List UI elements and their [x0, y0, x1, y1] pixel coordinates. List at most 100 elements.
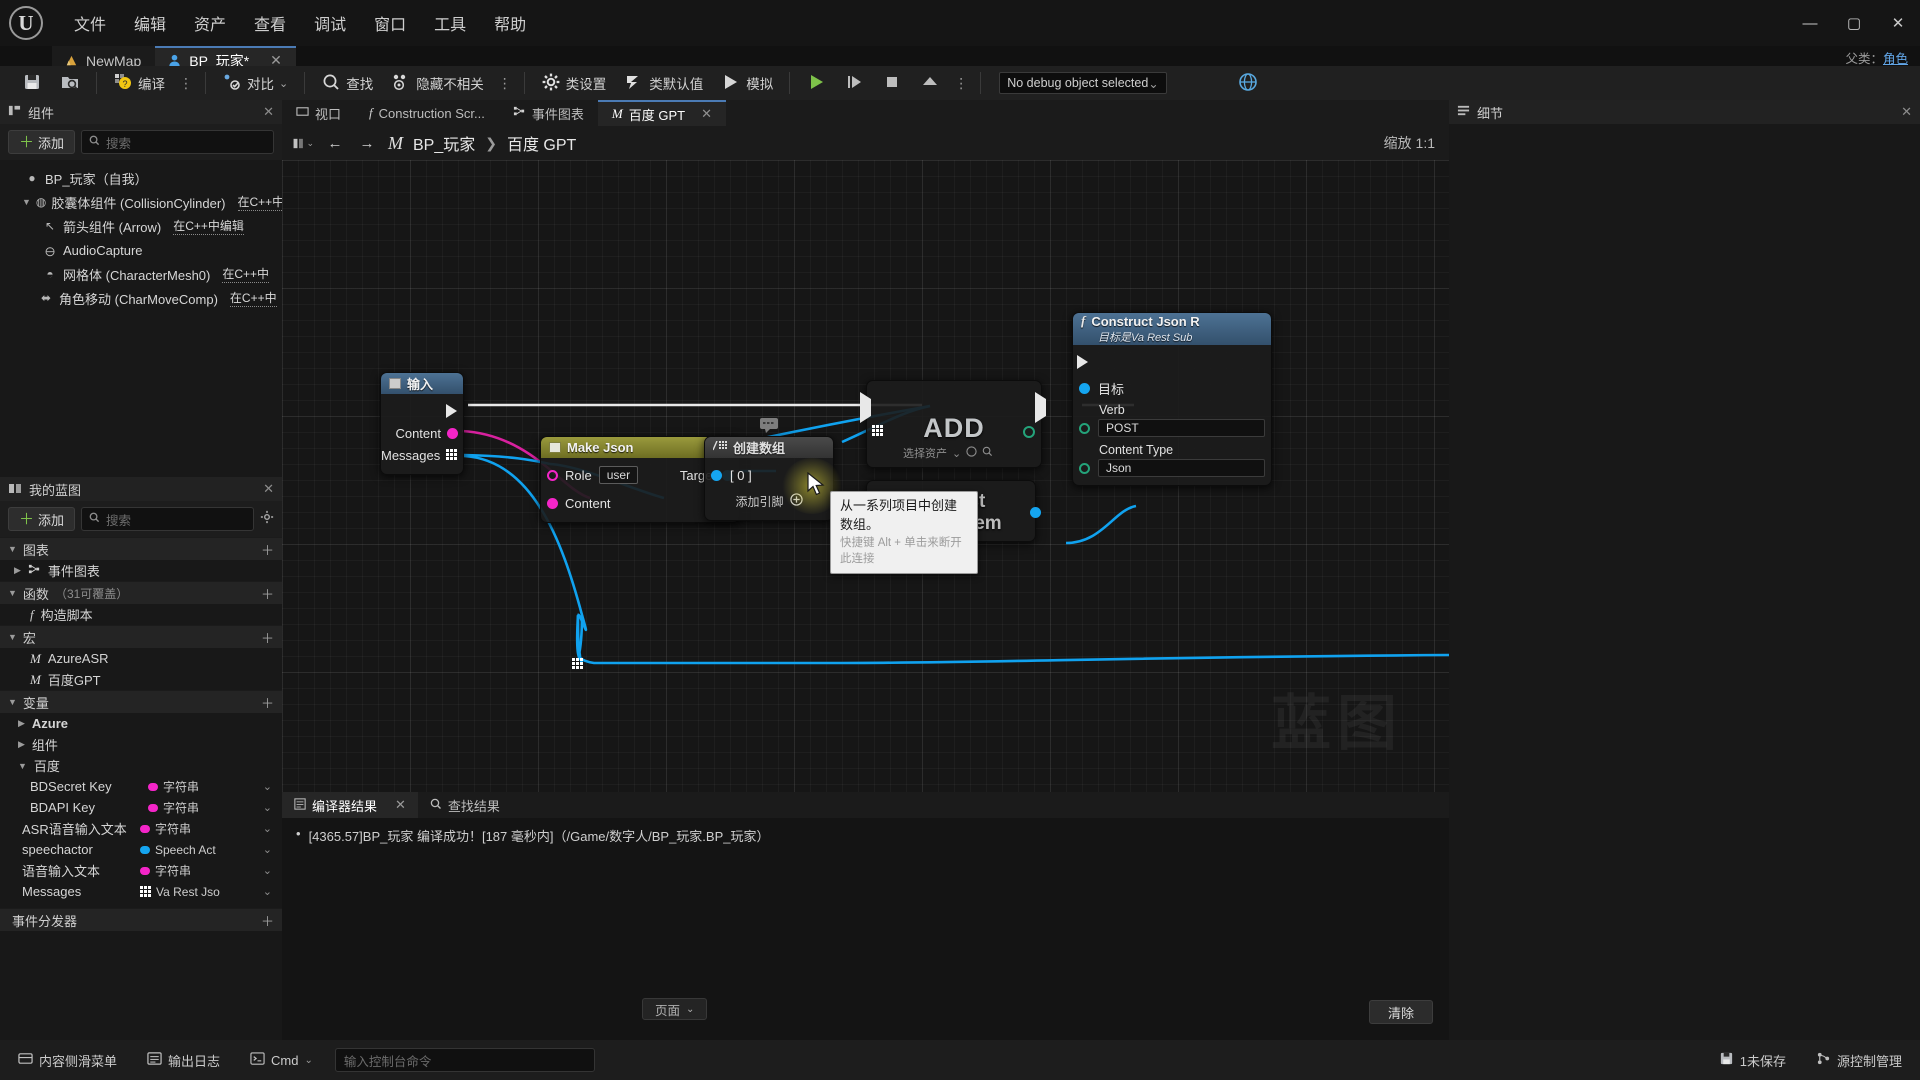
- tab-baidu-gpt[interactable]: M 百度 GPT ✕: [597, 100, 726, 126]
- item-macro-baidu-gpt[interactable]: M 百度GPT: [0, 669, 282, 690]
- component-row-audiocapture[interactable]: 🜔 AudioCapture: [0, 238, 282, 262]
- verb-value-field[interactable]: POST: [1098, 419, 1265, 437]
- tab-viewport[interactable]: 视口: [282, 100, 356, 126]
- component-row-bp-player[interactable]: ● BP_玩家（自我）: [0, 166, 282, 190]
- variable-type[interactable]: Speech Act: [140, 843, 216, 857]
- unreal-logo[interactable]: U: [0, 0, 52, 46]
- variable-row-messages[interactable]: Messages Va Rest Jso ⌄: [0, 881, 282, 902]
- play-options-icon[interactable]: ⋮: [950, 75, 972, 92]
- string-pin-icon[interactable]: [447, 427, 458, 439]
- visibility-toggle-icon[interactable]: ⌄: [263, 780, 272, 793]
- source-control-button[interactable]: 源控制管理: [1808, 1048, 1910, 1073]
- close-icon[interactable]: ✕: [263, 104, 274, 120]
- layout-icon[interactable]: ⌄: [292, 132, 314, 154]
- blueprint-graph-canvas[interactable]: 蓝图 输入 Content Messages Make Json Role us…: [282, 160, 1449, 792]
- chevron-down-icon[interactable]: ▼: [8, 544, 17, 554]
- node-exec-out-row[interactable]: [381, 400, 463, 422]
- stop-button[interactable]: [874, 69, 910, 97]
- node-pin-content-type[interactable]: Content Type Json: [1073, 437, 1271, 477]
- variable-type[interactable]: 字符串: [148, 799, 199, 816]
- page-selector-button[interactable]: 页面 ⌄: [642, 998, 708, 1020]
- debug-object-selector[interactable]: No debug object selected ⌄: [999, 72, 1167, 94]
- cpp-badge[interactable]: 在C++中: [222, 265, 270, 283]
- object-pin-icon[interactable]: [711, 469, 722, 481]
- component-row-arrow[interactable]: ↖ 箭头组件 (Arrow) 在C++中编辑: [0, 214, 282, 238]
- chevron-down-icon[interactable]: ▼: [8, 588, 17, 598]
- node-add[interactable]: ADD 选择资产 ⌄: [860, 380, 1046, 468]
- item-construction-script[interactable]: f 构造脚本: [0, 604, 282, 625]
- content-type-value-field[interactable]: Json: [1098, 459, 1265, 477]
- variable-type[interactable]: Va Rest Jso: [140, 885, 220, 899]
- class-defaults-button[interactable]: 类默认值: [616, 69, 711, 97]
- breadcrumb-current[interactable]: 百度 GPT: [507, 131, 576, 155]
- variable-row-bdsecret-key[interactable]: BDSecret Key 字符串 ⌄: [0, 776, 282, 797]
- maximize-button[interactable]: ▢: [1832, 0, 1876, 46]
- nav-back-button[interactable]: ←: [324, 132, 346, 154]
- menu-item-view[interactable]: 查看: [240, 6, 300, 40]
- cpp-badge[interactable]: 在C++中: [229, 289, 277, 307]
- cmd-mode-selector[interactable]: Cmd ⌄: [242, 1048, 321, 1072]
- menu-item-tools[interactable]: 工具: [420, 6, 480, 40]
- component-row-collision-cylinder[interactable]: ▼ ◍ 胶囊体组件 (CollisionCylinder) 在C++中: [0, 190, 285, 214]
- chevron-down-icon[interactable]: ▼: [8, 632, 17, 642]
- add-variable-icon[interactable]: ＋: [261, 693, 274, 712]
- item-event-graph[interactable]: ▶ 事件图表: [0, 560, 282, 581]
- section-macros[interactable]: ▼ 宏 ＋: [0, 625, 282, 648]
- close-button[interactable]: ✕: [1876, 0, 1920, 46]
- unsaved-changes-button[interactable]: 1未保存: [1711, 1048, 1794, 1073]
- parent-class-link[interactable]: 角色: [1883, 52, 1908, 66]
- array-pin-icon[interactable]: [446, 449, 458, 461]
- menu-item-window[interactable]: 窗口: [360, 6, 420, 40]
- class-settings-button[interactable]: 类设置: [533, 69, 615, 97]
- section-variables[interactable]: ▼ 变量 ＋: [0, 690, 282, 713]
- tab-find-results[interactable]: 查找结果: [418, 792, 512, 818]
- enum-pin-icon[interactable]: [1079, 422, 1090, 434]
- close-icon[interactable]: ✕: [263, 481, 274, 497]
- clear-results-button[interactable]: 清除: [1368, 1000, 1433, 1024]
- my-blueprint-search-input[interactable]: 搜索: [81, 507, 254, 531]
- role-value-field[interactable]: user: [598, 466, 639, 484]
- find-button[interactable]: 查找: [313, 69, 381, 97]
- chevron-down-icon[interactable]: ▼: [22, 197, 31, 207]
- tab-construction-script[interactable]: f Construction Scr...: [355, 100, 499, 126]
- variable-type[interactable]: 字符串: [148, 778, 199, 795]
- object-pin-icon[interactable]: [1079, 382, 1090, 394]
- enum-pin-icon[interactable]: [1079, 462, 1090, 474]
- gear-icon[interactable]: [260, 510, 274, 529]
- chevron-down-icon[interactable]: ▼: [18, 761, 27, 771]
- results-body[interactable]: • [4365.57]BP_玩家 编译成功！[187 毫秒内]（/Game/数字…: [282, 818, 1449, 1040]
- browse-button[interactable]: [52, 69, 88, 97]
- var-category-azure[interactable]: ▶ Azure: [0, 713, 282, 734]
- node-pin-verb[interactable]: Verb POST: [1073, 399, 1271, 437]
- add-function-icon[interactable]: ＋: [261, 584, 274, 603]
- hide-unrelated-options-icon[interactable]: ⋮: [494, 75, 516, 92]
- asset-selector[interactable]: 选择资产 ⌄: [903, 445, 993, 461]
- visibility-toggle-icon[interactable]: ⌄: [263, 843, 272, 856]
- var-category-baidu[interactable]: ▼ 百度: [0, 755, 282, 776]
- menu-item-edit[interactable]: 编辑: [120, 6, 180, 40]
- menu-item-file[interactable]: 文件: [60, 6, 120, 40]
- variable-row-speechactor[interactable]: speechactor Speech Act ⌄: [0, 839, 282, 860]
- component-row-charactermesh[interactable]: ◓ 网格体 (CharacterMesh0) 在C++中: [0, 262, 282, 286]
- chevron-down-icon[interactable]: ⌄: [952, 447, 961, 460]
- string-pin-icon[interactable]: [547, 497, 558, 509]
- add-dispatcher-icon[interactable]: ＋: [261, 911, 274, 930]
- hide-unrelated-button[interactable]: 隐藏不相关: [383, 69, 492, 97]
- visibility-toggle-icon[interactable]: ⌄: [263, 864, 272, 877]
- compile-options-icon[interactable]: ⋮: [175, 75, 197, 92]
- console-command-input[interactable]: 输入控制台命令: [334, 1048, 595, 1072]
- chevron-right-icon[interactable]: ▶: [18, 739, 25, 750]
- section-event-dispatchers[interactable]: 事件分发器 ＋: [0, 908, 282, 931]
- menu-item-debug[interactable]: 调试: [300, 6, 360, 40]
- variable-row-bdapi-key[interactable]: BDAPI Key 字符串 ⌄: [0, 797, 282, 818]
- node-pin-target[interactable]: 目标: [1073, 377, 1271, 399]
- node-construct-json-request[interactable]: f Construct Json R 目标是Va Rest Sub 目标 Ver…: [1072, 312, 1272, 486]
- node-input[interactable]: 输入 Content Messages: [380, 372, 464, 475]
- platforms-button[interactable]: [1229, 69, 1267, 97]
- compile-button[interactable]: ? 编译: [105, 69, 173, 97]
- minimize-button[interactable]: —: [1788, 0, 1832, 46]
- item-macro-azureasr[interactable]: M AzureASR: [0, 648, 282, 669]
- visibility-toggle-icon[interactable]: ⌄: [263, 801, 272, 814]
- close-icon[interactable]: ✕: [395, 797, 406, 813]
- component-row-charmovecomp[interactable]: ⬌ 角色移动 (CharMoveComp) 在C++中: [0, 286, 282, 310]
